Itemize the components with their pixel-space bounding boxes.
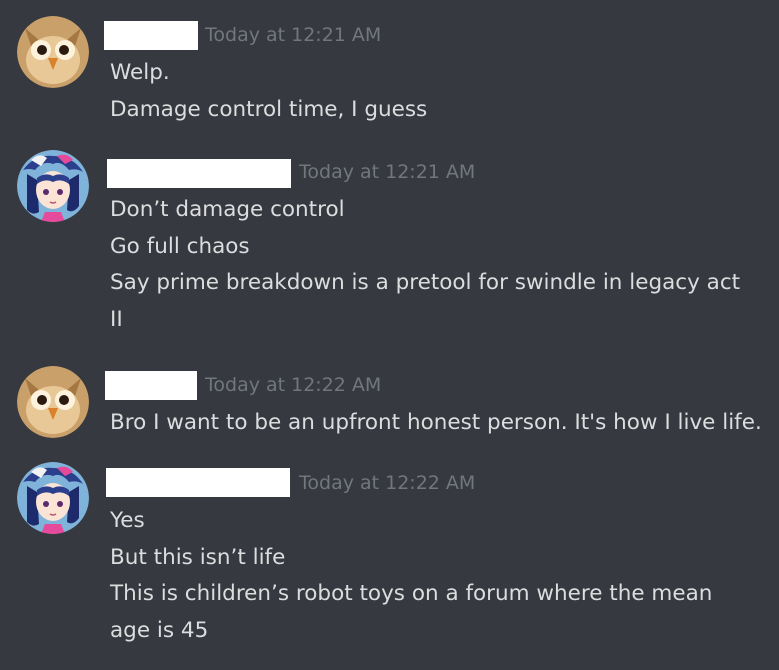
redacted-username[interactable]: [106, 468, 290, 497]
message-line: Say prime breakdown is a pretool for swi…: [110, 270, 741, 295]
redacted-username[interactable]: [105, 371, 197, 400]
owl-avatar[interactable]: [17, 16, 89, 88]
message-line: But this isn’t life: [110, 544, 286, 570]
anime-character-avatar[interactable]: [17, 462, 89, 534]
message-line: Don’t damage control: [110, 197, 345, 222]
message-line: Yes: [110, 508, 145, 533]
timestamp: Today at 12:21 AM: [299, 161, 476, 183]
message-line: This is children’s robot toys on a forum…: [110, 581, 713, 606]
redacted-username[interactable]: [107, 159, 291, 188]
message-content: Yes But this isn’t life This is children…: [110, 503, 770, 649]
message-line: age is 45: [110, 617, 209, 643]
timestamp: Today at 12:21 AM: [205, 24, 382, 46]
message-line: Welp.: [110, 60, 170, 85]
anime-character-icon: [17, 462, 89, 534]
redacted-username[interactable]: [104, 21, 198, 50]
message-content: Bro I want to be an upfront honest perso…: [110, 405, 770, 442]
message-line: Damage control time, I guess: [110, 96, 428, 122]
timestamp: Today at 12:22 AM: [205, 374, 382, 396]
owl-icon: [17, 366, 89, 438]
message-line: II: [110, 306, 123, 332]
message-content: Don’t damage control Go full chaos Say p…: [110, 192, 770, 338]
anime-character-avatar[interactable]: [17, 150, 89, 222]
message-line: Go full chaos: [110, 233, 250, 259]
message-content: Welp. Damage control time, I guess: [110, 55, 770, 128]
owl-avatar[interactable]: [17, 366, 89, 438]
message-line: Bro I want to be an upfront honest perso…: [110, 410, 762, 435]
owl-icon: [17, 16, 89, 88]
timestamp: Today at 12:22 AM: [299, 472, 476, 494]
anime-character-icon: [17, 150, 89, 222]
